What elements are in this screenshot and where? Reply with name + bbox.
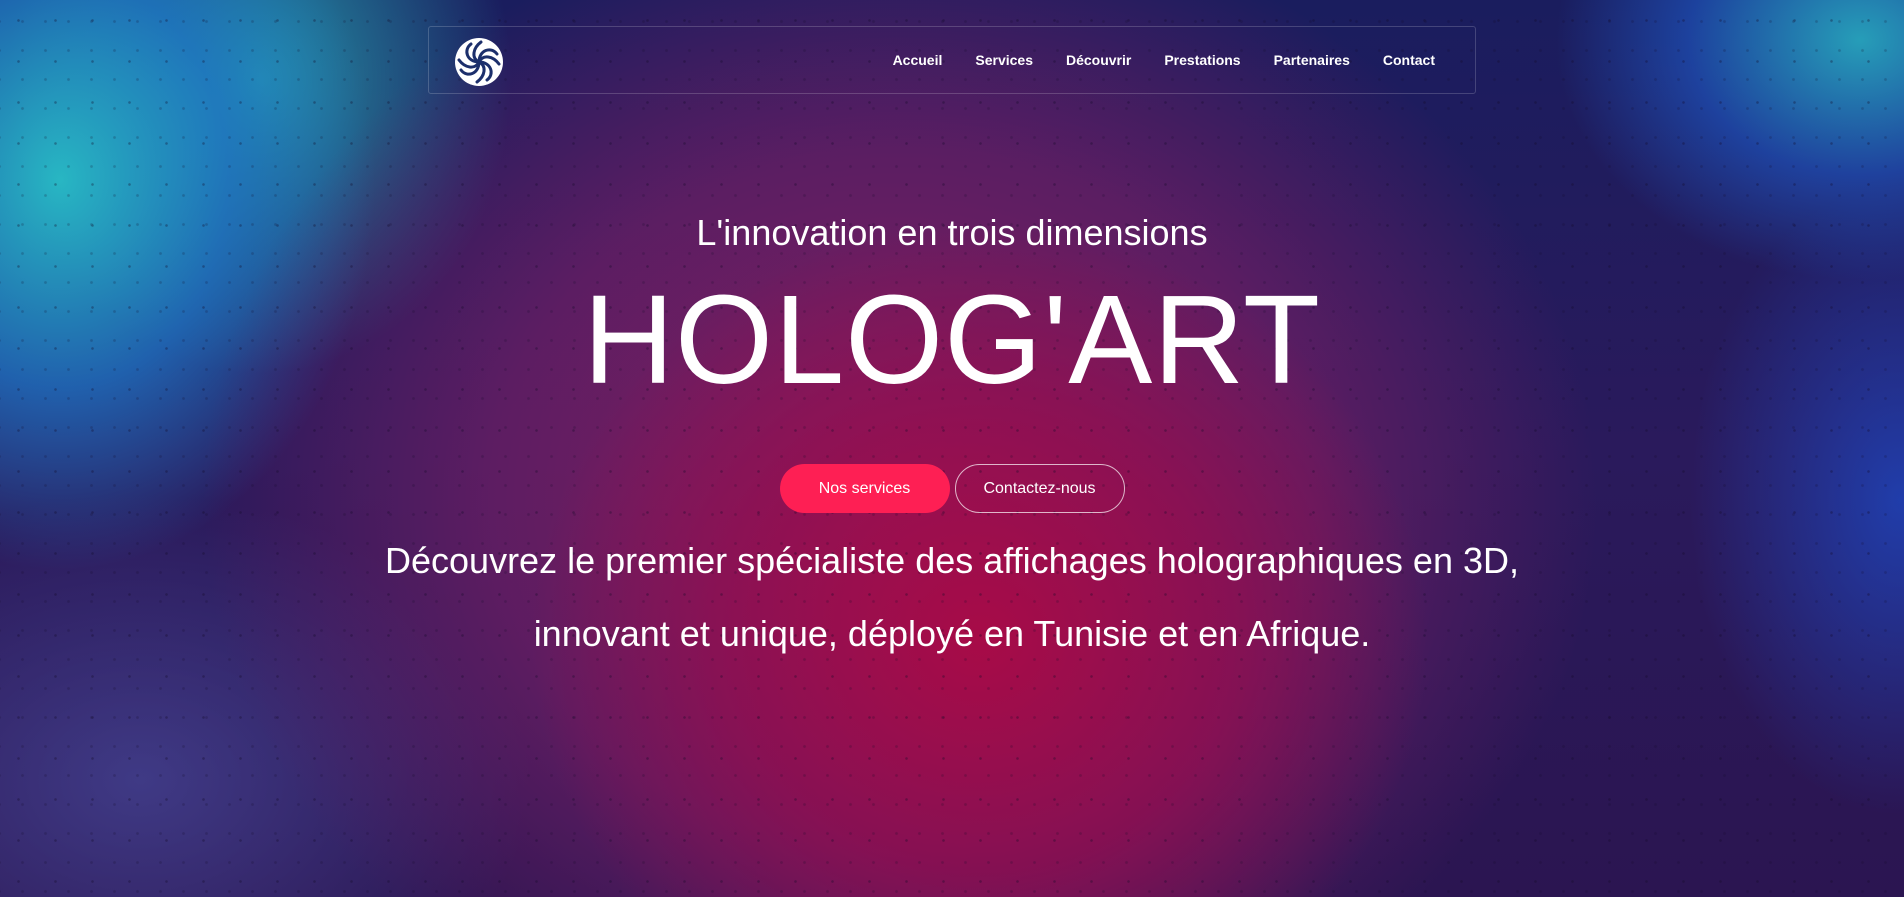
nav-menu: Accueil Services Découvrir Prestations P… bbox=[860, 27, 1435, 93]
nav-link-accueil[interactable]: Accueil bbox=[893, 52, 943, 68]
hero-cta-group: Nos services Contactez-nous bbox=[0, 464, 1904, 513]
hero-title: HOLOG'ART bbox=[583, 269, 1321, 410]
services-button[interactable]: Nos services bbox=[779, 464, 950, 513]
nav-link-prestations[interactable]: Prestations bbox=[1164, 52, 1240, 68]
hero-subtitle: L'innovation en trois dimensions bbox=[696, 212, 1208, 253]
hero-description-line-2: innovant et unique, déployé en Tunisie e… bbox=[533, 613, 1371, 654]
nav-link-services[interactable]: Services bbox=[975, 52, 1033, 68]
contact-button[interactable]: Contactez-nous bbox=[954, 464, 1125, 513]
nav-link-partenaires[interactable]: Partenaires bbox=[1274, 52, 1350, 68]
navbar: Accueil Services Découvrir Prestations P… bbox=[428, 26, 1476, 94]
nav-link-decouvrir[interactable]: Découvrir bbox=[1066, 52, 1131, 68]
hero-background-texture bbox=[0, 0, 1904, 897]
nav-link-contact[interactable]: Contact bbox=[1383, 52, 1435, 68]
hero-description: Découvrez le premier spécialiste des aff… bbox=[0, 524, 1904, 670]
swirl-logo-icon[interactable] bbox=[453, 36, 505, 88]
hero-description-line-1: Découvrez le premier spécialiste des aff… bbox=[385, 540, 1519, 581]
